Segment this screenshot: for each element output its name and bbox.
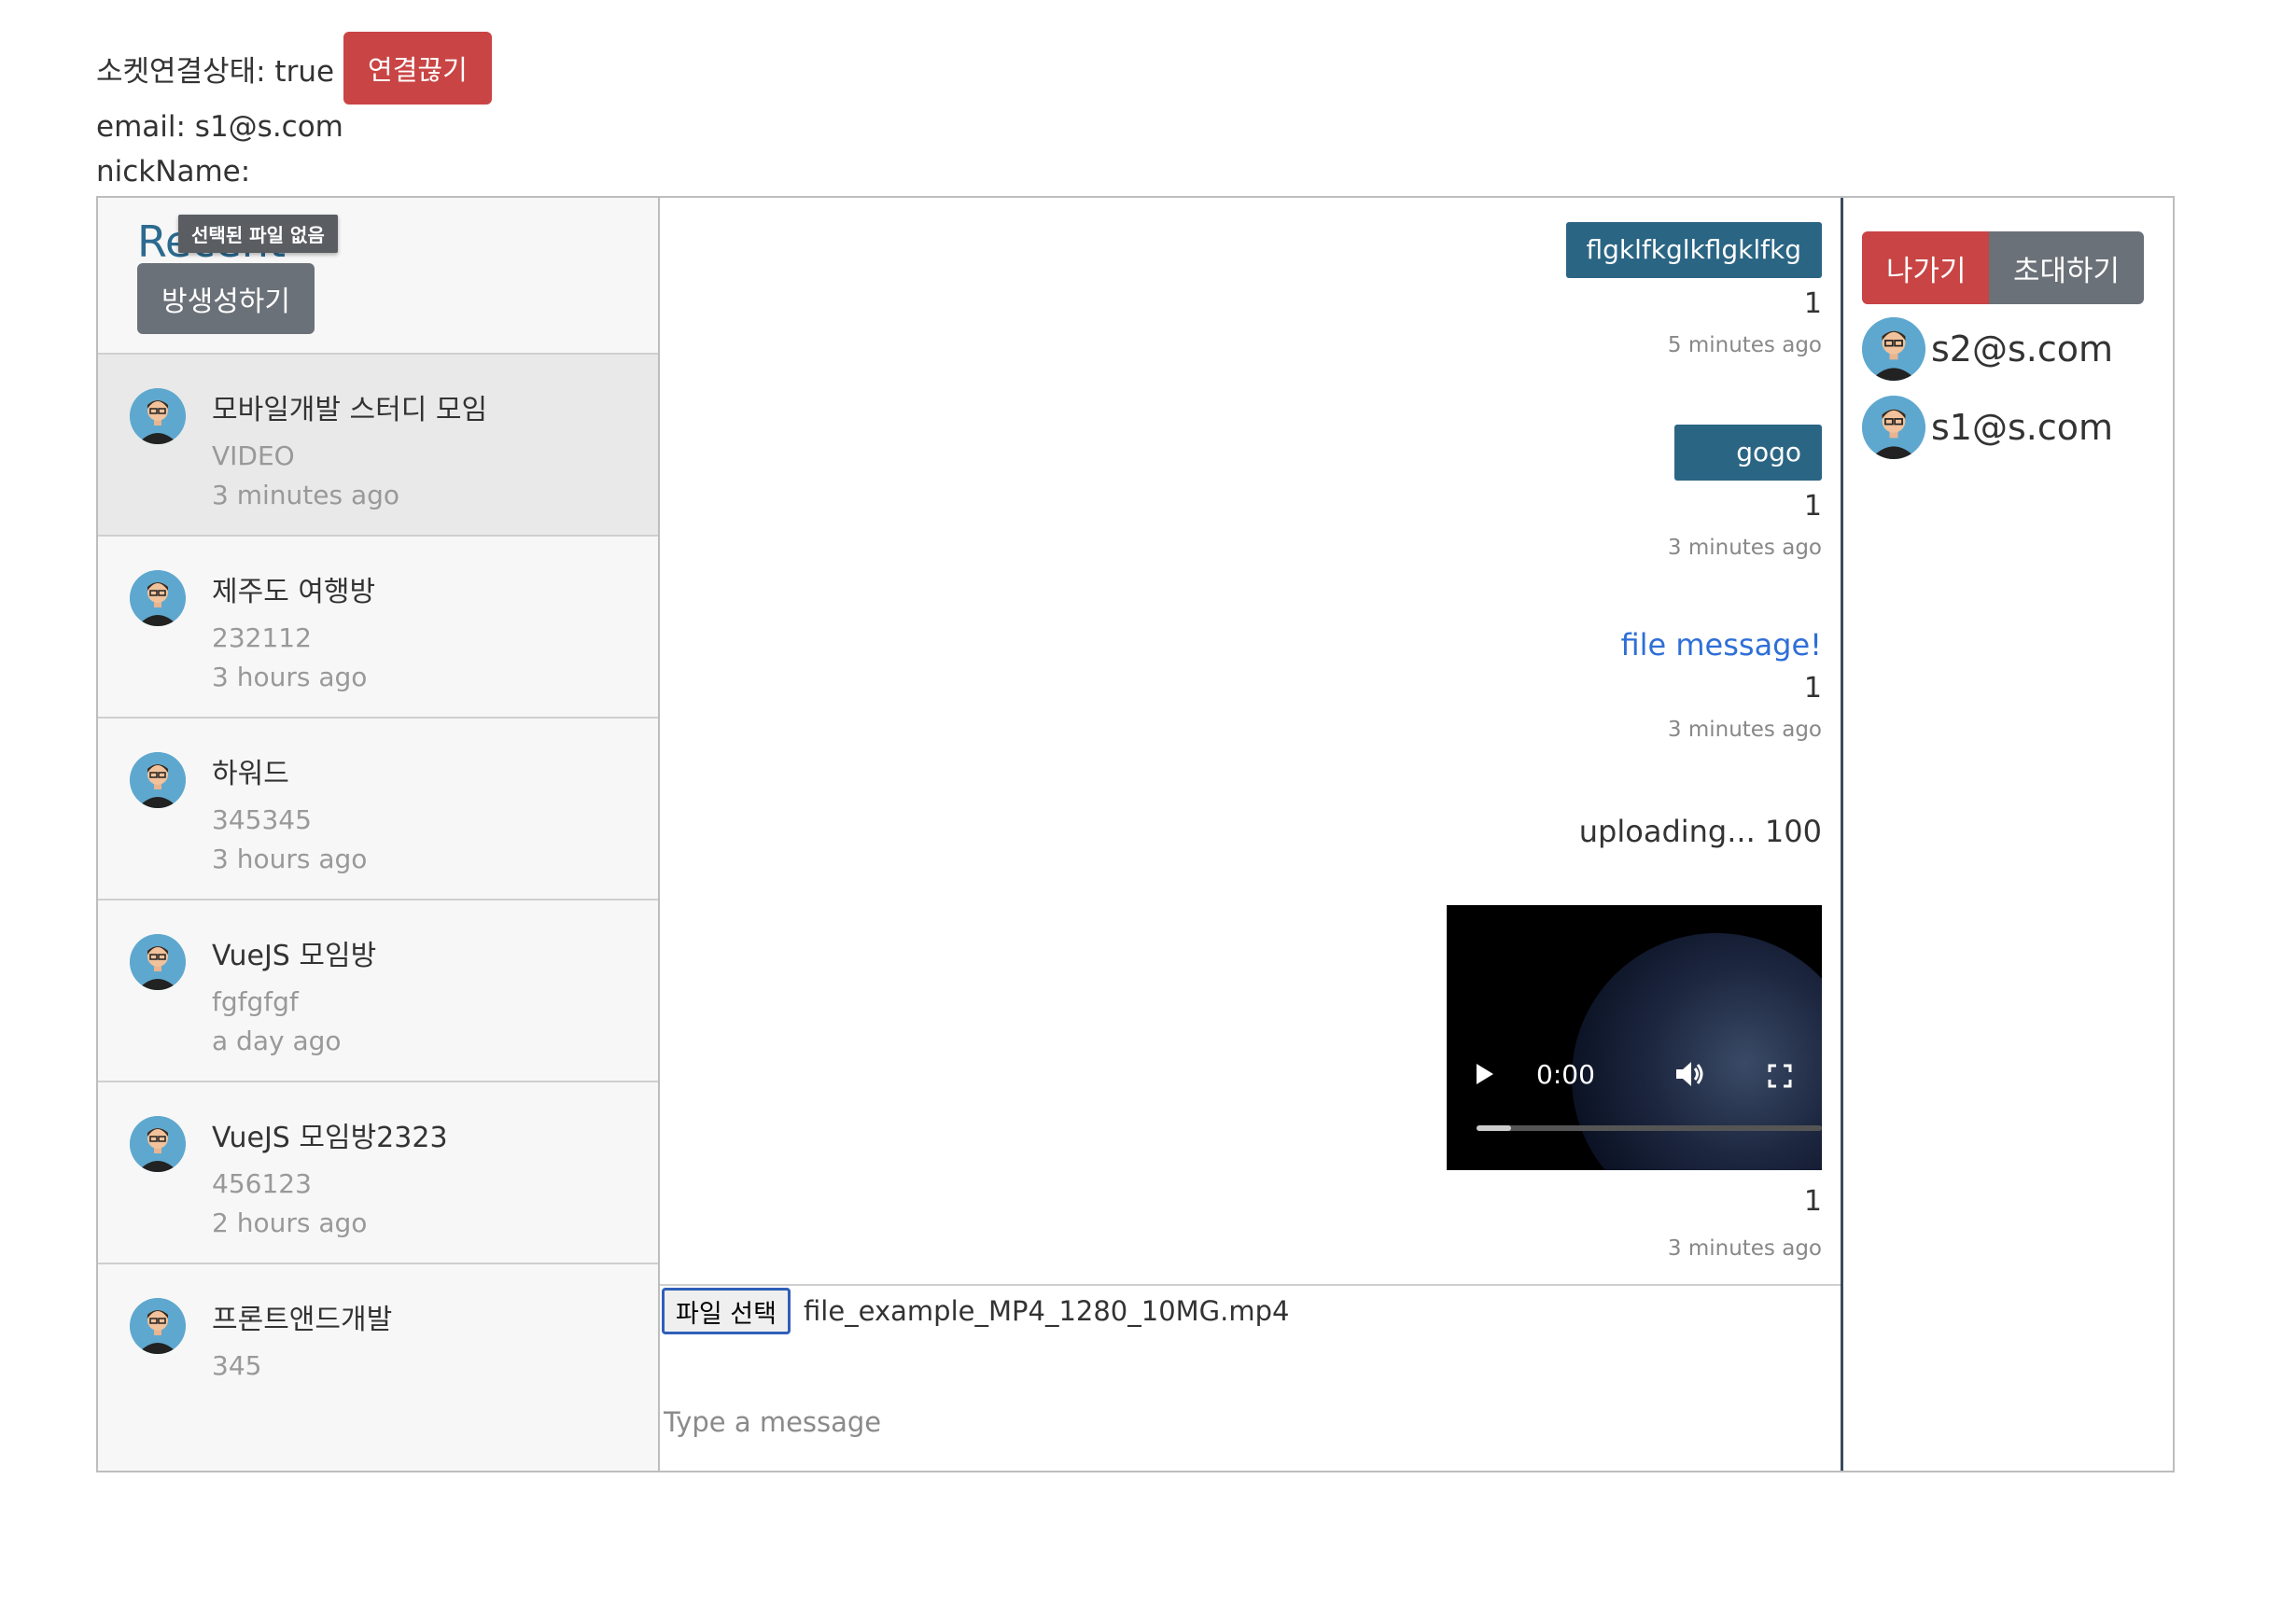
video-player[interactable]: 0:00 bbox=[1447, 905, 1822, 1170]
room-list-header: Recent 선택된 파일 없음 방생성하기 bbox=[98, 198, 658, 355]
message-bubble: flgklfkglkflgklfkg bbox=[1565, 222, 1822, 278]
member-item: s2@s.com bbox=[1862, 317, 2113, 381]
room-name: 하워드 bbox=[212, 758, 289, 790]
chat-message: file message! 1 3 minutes ago bbox=[1620, 627, 1822, 742]
connection-header: 소켓연결상태: true 연결끊기 email: s1@s.com nickNa… bbox=[96, 32, 492, 194]
message-time: 3 minutes ago bbox=[1667, 536, 1822, 560]
room-last-message: 345345 bbox=[212, 804, 312, 835]
message-bubble: gogo bbox=[1674, 425, 1822, 481]
room-item[interactable]: 프론트앤드개발 345 bbox=[98, 1264, 658, 1446]
member-email: s2@s.com bbox=[1931, 328, 2114, 370]
file-select-button[interactable]: 파일 선택 bbox=[662, 1288, 791, 1334]
video-progress-fill bbox=[1477, 1125, 1511, 1131]
room-last-message: fgfgfgf bbox=[212, 986, 299, 1017]
upload-progress-text: uploading... 100 bbox=[1578, 814, 1822, 849]
room-name: VueJS 모임방2323 bbox=[212, 1122, 448, 1154]
room-item[interactable]: 제주도 여행방 232112 3 hours ago bbox=[98, 537, 658, 719]
file-message-link[interactable]: file message! bbox=[1620, 627, 1822, 663]
chat-message: 1 3 minutes ago bbox=[1668, 1185, 1822, 1261]
email-line: email: s1@s.com bbox=[96, 110, 343, 144]
file-tooltip: 선택된 파일 없음 bbox=[178, 215, 338, 253]
disconnect-button[interactable]: 연결끊기 bbox=[343, 32, 492, 105]
avatar-icon bbox=[1862, 317, 1925, 381]
leave-room-button[interactable]: 나가기 bbox=[1862, 231, 1991, 304]
room-last-message: VIDEO bbox=[212, 440, 295, 471]
room-item[interactable]: 모바일개발 스터디 모임 VIDEO 3 minutes ago bbox=[98, 355, 658, 537]
avatar-icon bbox=[130, 752, 186, 808]
chat-app-frame: Recent 선택된 파일 없음 방생성하기 모바일개발 스터디 모임 VIDE… bbox=[96, 196, 2175, 1472]
members-panel: 나가기 초대하기 s2@s.com s1@s.com bbox=[1841, 198, 2173, 1471]
avatar-icon bbox=[1862, 396, 1925, 459]
avatar-icon bbox=[130, 570, 186, 626]
unread-count: 1 bbox=[1803, 490, 1822, 523]
room-time: 2 hours ago bbox=[212, 1207, 368, 1238]
room-item[interactable]: VueJS 모임방2323 456123 2 hours ago bbox=[98, 1082, 658, 1264]
chat-messages-panel: flgklfkglkflgklfkg 1 5 minutes ago gogo … bbox=[660, 198, 1841, 1284]
room-name: 모바일개발 스터디 모임 bbox=[212, 394, 488, 426]
nickname-line: nickName: bbox=[96, 155, 251, 188]
room-list-panel: Recent 선택된 파일 없음 방생성하기 모바일개발 스터디 모임 VIDE… bbox=[98, 198, 660, 1471]
message-input[interactable] bbox=[662, 1398, 1599, 1446]
message-composer: 파일 선택 file_example_MP4_1280_10MG.mp4 bbox=[660, 1284, 1841, 1472]
room-name: 프론트앤드개발 bbox=[212, 1304, 393, 1336]
avatar-icon bbox=[130, 1298, 186, 1354]
selected-file-name: file_example_MP4_1280_10MG.mp4 bbox=[804, 1295, 1290, 1327]
room-item[interactable]: VueJS 모임방 fgfgfgf a day ago bbox=[98, 900, 658, 1082]
invite-button[interactable]: 초대하기 bbox=[1989, 231, 2145, 304]
room-time: 3 hours ago bbox=[212, 662, 368, 692]
room-last-message: 232112 bbox=[212, 622, 312, 653]
avatar-icon bbox=[130, 1116, 186, 1172]
member-item: s1@s.com bbox=[1862, 396, 2113, 459]
play-icon[interactable] bbox=[1475, 1062, 1495, 1093]
upload-status: uploading... 100 bbox=[1579, 814, 1822, 849]
video-progress-bar[interactable] bbox=[1477, 1125, 1822, 1131]
unread-count: 1 bbox=[1803, 672, 1822, 705]
room-time: 3 minutes ago bbox=[212, 480, 400, 510]
room-last-message: 345 bbox=[212, 1350, 262, 1381]
message-time: 3 minutes ago bbox=[1667, 1236, 1822, 1261]
unread-count: 1 bbox=[1803, 287, 1822, 320]
fullscreen-icon[interactable] bbox=[1768, 1064, 1792, 1095]
member-email: s1@s.com bbox=[1931, 407, 2114, 448]
room-name: VueJS 모임방 bbox=[212, 940, 377, 972]
room-time: 3 hours ago bbox=[212, 844, 368, 874]
room-time: a day ago bbox=[212, 1026, 342, 1056]
message-time: 5 minutes ago bbox=[1667, 333, 1822, 357]
room-last-message: 456123 bbox=[212, 1168, 312, 1199]
avatar-icon bbox=[130, 388, 186, 444]
create-room-button[interactable]: 방생성하기 bbox=[137, 263, 315, 334]
volume-icon[interactable] bbox=[1674, 1060, 1706, 1095]
chat-message: gogo 1 3 minutes ago bbox=[1668, 425, 1822, 560]
avatar-icon bbox=[130, 934, 186, 990]
room-item[interactable]: 하워드 345345 3 hours ago bbox=[98, 719, 658, 900]
video-time: 0:00 bbox=[1536, 1059, 1595, 1090]
video-frame bbox=[1572, 933, 1822, 1170]
chat-message: flgklfkglkflgklfkg 1 5 minutes ago bbox=[1565, 222, 1822, 357]
message-time: 3 minutes ago bbox=[1667, 718, 1822, 742]
room-name: 제주도 여행방 bbox=[212, 576, 376, 608]
unread-count: 1 bbox=[1803, 1185, 1822, 1218]
socket-status: 소켓연결상태: true bbox=[96, 54, 335, 89]
